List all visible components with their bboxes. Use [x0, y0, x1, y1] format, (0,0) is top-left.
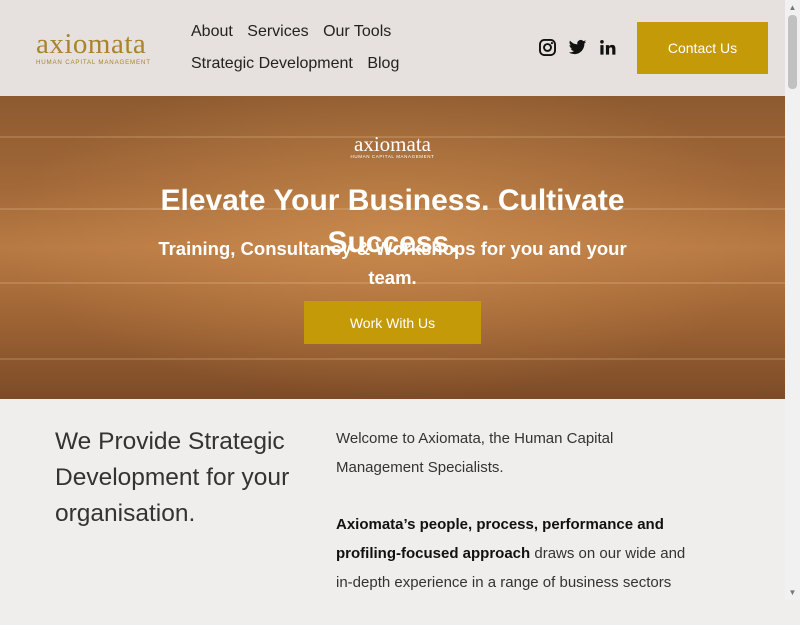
nav-link-our-tools[interactable]: Our Tools: [323, 23, 391, 40]
hero-subtitle: Training, Consultancy & Workshops for yo…: [158, 238, 627, 288]
hero-logo-wordmark: axiomata: [354, 132, 431, 156]
nav-row-2: Strategic Development Blog: [191, 52, 409, 84]
hero-title-line-1: Elevate Your Business. Cultivate: [160, 184, 625, 217]
nav-row-1: About Services Our Tools: [191, 20, 409, 52]
nav-link-about[interactable]: About: [191, 23, 233, 40]
site-header: axiomata HUMAN CAPITAL MANAGEMENT About …: [0, 0, 785, 96]
hero-logo-tagline: HUMAN CAPITAL MANAGEMENT: [350, 154, 435, 159]
hero-bg-streak: [0, 358, 785, 360]
intro-paragraph: Welcome to Axiomata, the Human Capital M…: [336, 430, 614, 476]
scroll-down-arrow-icon[interactable]: ▼: [785, 585, 800, 600]
hero-banner: axiomata HUMAN CAPITAL MANAGEMENT Elevat…: [0, 96, 785, 399]
section-heading: We Provide Strategic Development for you…: [55, 428, 290, 527]
brand-logo[interactable]: axiomata HUMAN CAPITAL MANAGEMENT: [36, 28, 151, 67]
approach-paragraph: Axiomata’s people, process, performance …: [336, 510, 696, 597]
logo-wordmark: axiomata: [36, 28, 147, 60]
intro-text: Welcome to Axiomata, the Human Capital M…: [336, 424, 696, 625]
intro-section: We Provide Strategic Development for you…: [0, 399, 785, 600]
instagram-icon[interactable]: [538, 38, 557, 57]
contact-us-button[interactable]: Contact Us: [637, 22, 768, 74]
nav-link-services[interactable]: Services: [247, 23, 308, 40]
twitter-icon[interactable]: [568, 38, 587, 57]
page-scrollbar[interactable]: ▲ ▼: [785, 0, 800, 600]
logo-tagline: HUMAN CAPITAL MANAGEMENT: [36, 59, 151, 66]
work-with-us-button[interactable]: Work With Us: [304, 301, 481, 344]
social-links: [538, 38, 617, 57]
scroll-up-arrow-icon[interactable]: ▲: [785, 0, 800, 15]
hero-logo: axiomata HUMAN CAPITAL MANAGEMENT: [0, 132, 785, 160]
nav-link-blog[interactable]: Blog: [367, 55, 399, 72]
linkedin-icon[interactable]: [598, 38, 617, 57]
scroll-thumb[interactable]: [788, 15, 797, 89]
main-nav: About Services Our Tools Strategic Devel…: [191, 20, 409, 84]
nav-link-strategic-development[interactable]: Strategic Development: [191, 55, 353, 72]
